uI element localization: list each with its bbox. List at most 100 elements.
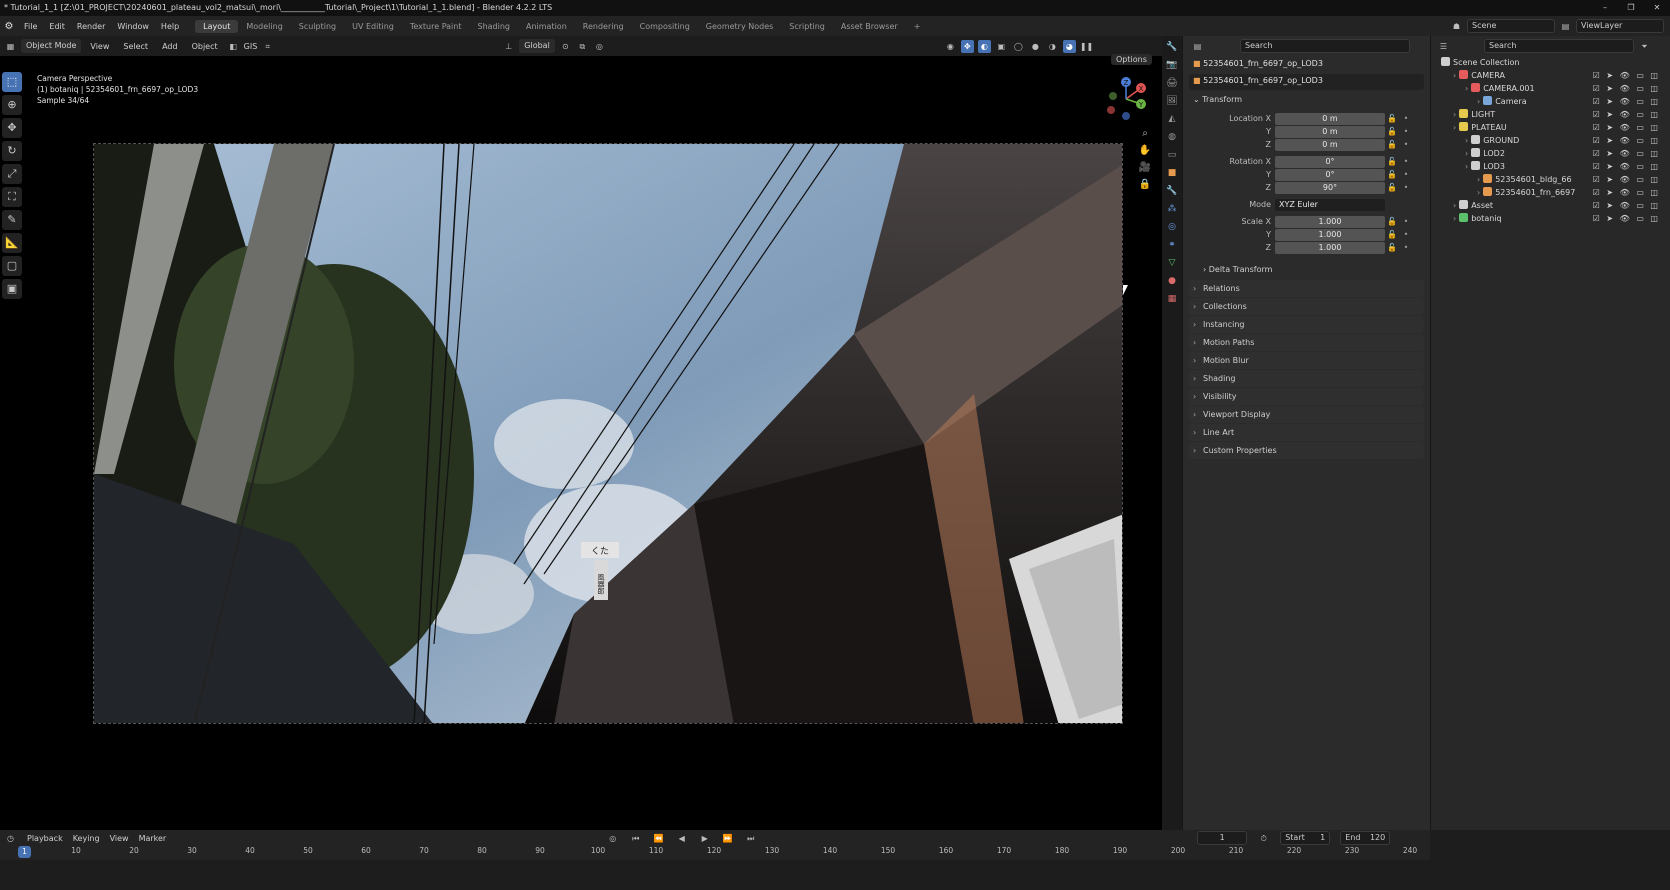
constraints-props-icon[interactable]: ⚭ (1165, 238, 1179, 252)
tab-layout[interactable]: Layout (195, 19, 239, 33)
close-icon[interactable]: ✕ (1644, 0, 1670, 16)
menu-window[interactable]: Window (111, 22, 155, 31)
rotation-x-field[interactable]: 0° (1275, 155, 1385, 168)
tab-asset-browser[interactable]: Asset Browser (833, 20, 906, 33)
keyframe-icon[interactable]: • (1399, 157, 1413, 166)
tab-rendering[interactable]: Rendering (575, 20, 632, 33)
rotation-y-field[interactable]: 0° (1275, 168, 1385, 181)
scene-field[interactable]: Scene (1467, 19, 1555, 33)
menu-render[interactable]: Render (71, 22, 111, 31)
outliner-visibility-toggles[interactable]: ☑ ➤ 👁 ▭ ◫ (1593, 134, 1660, 147)
outliner-row[interactable]: › 52354601_bldg_66 ☑ ➤ 👁 ▭ ◫ (1431, 173, 1670, 186)
properties-editor-icon[interactable]: ▤ (1191, 40, 1204, 53)
measure-tool-icon[interactable]: 📐 (2, 233, 22, 253)
scale-tool-icon[interactable]: ⤢ (2, 164, 22, 184)
pan-hand-icon[interactable]: ✋ (1138, 145, 1152, 156)
xray-icon[interactable]: ▣ (995, 40, 1008, 53)
select-tool-icon[interactable]: ⬚ (2, 72, 22, 92)
next-keyframe-icon[interactable]: ⏩ (721, 832, 734, 845)
properties-search-input[interactable]: Search (1240, 39, 1410, 53)
collection-props-icon[interactable]: ▭ (1165, 148, 1179, 162)
current-frame-field[interactable]: 1 (1197, 831, 1248, 845)
panel-viewport-display[interactable]: Viewport Display (1189, 406, 1424, 423)
outliner-row[interactable]: › botaniq ☑ ➤ 👁 ▭ ◫ (1431, 212, 1670, 225)
tab-geometry-nodes[interactable]: Geometry Nodes (698, 20, 781, 33)
proportional-icon[interactable]: ◎ (593, 40, 606, 53)
jump-end-icon[interactable]: ⏭ (744, 832, 757, 845)
keyframe-icon[interactable]: • (1399, 170, 1413, 179)
outliner-visibility-toggles[interactable]: ☑ ➤ 👁 ▭ ◫ (1593, 147, 1660, 160)
panel-instancing[interactable]: Instancing (1189, 316, 1424, 333)
outliner-row[interactable]: › LOD3 ☑ ➤ 👁 ▭ ◫ (1431, 160, 1670, 173)
outliner-visibility-toggles[interactable]: ☑ ➤ 👁 ▭ ◫ (1593, 108, 1660, 121)
gis-menu[interactable]: GIS (244, 42, 258, 51)
expand-arrow-icon[interactable]: › (1465, 149, 1468, 158)
visibility-icon[interactable]: ◉ (944, 40, 957, 53)
tab-sculpting[interactable]: Sculpting (291, 20, 344, 33)
outliner-visibility-toggles[interactable]: ☑ ➤ 👁 ▭ ◫ (1593, 173, 1660, 186)
data-props-icon[interactable]: ▽ (1165, 256, 1179, 270)
snap-icon[interactable]: ⧉ (576, 40, 589, 53)
outliner-row[interactable]: › CAMERA.001 ☑ ➤ 👁 ▭ ◫ (1431, 82, 1670, 95)
keyframe-icon[interactable]: • (1399, 127, 1413, 136)
outliner-editor-icon[interactable]: ☰ (1437, 40, 1450, 53)
lock-icon[interactable]: 🔒 (1138, 179, 1152, 190)
timeline-menu-view[interactable]: View (110, 834, 129, 843)
outliner-row[interactable]: › LIGHT ☑ ➤ 👁 ▭ ◫ (1431, 108, 1670, 121)
physics-props-icon[interactable]: ◎ (1165, 220, 1179, 234)
timeline-editor-icon[interactable]: ◷ (4, 832, 17, 845)
zoom-icon[interactable]: ⌕ (1138, 128, 1152, 139)
overlay-toggle-icon[interactable]: ◐ (977, 39, 991, 53)
annotate-tool-icon[interactable]: ✎ (2, 210, 22, 230)
minimize-icon[interactable]: – (1592, 0, 1618, 16)
lock-icon[interactable]: 🔓 (1385, 230, 1399, 239)
outliner-search-input[interactable]: Search (1484, 39, 1634, 53)
rotation-z-field[interactable]: 90° (1275, 181, 1385, 194)
pause-render-icon[interactable]: ❚❚ (1080, 40, 1093, 53)
viewport-menu-object[interactable]: Object (187, 42, 223, 51)
expand-arrow-icon[interactable]: › (1465, 162, 1468, 171)
tab-texture-paint[interactable]: Texture Paint (402, 20, 470, 33)
outliner-visibility-toggles[interactable]: ☑ ➤ 👁 ▭ ◫ (1593, 212, 1660, 225)
timeline-menu-marker[interactable]: Marker (139, 834, 167, 843)
gizmo-toggle-icon[interactable]: ✥ (960, 39, 974, 53)
expand-arrow-icon[interactable]: › (1477, 188, 1480, 197)
shading-wireframe-icon[interactable]: ◯ (1012, 40, 1025, 53)
expand-arrow-icon[interactable]: › (1453, 201, 1456, 210)
location-z-field[interactable]: 0 m (1275, 138, 1385, 151)
panel-visibility[interactable]: Visibility (1189, 388, 1424, 405)
menu-file[interactable]: File (18, 22, 43, 31)
prev-keyframe-icon[interactable]: ⏪ (652, 832, 665, 845)
filter-icon[interactable]: ⏷ (1638, 40, 1651, 53)
world-props-icon[interactable]: ◍ (1165, 130, 1179, 144)
object-props-icon[interactable]: ■ (1165, 166, 1179, 180)
lock-icon[interactable]: 🔓 (1385, 183, 1399, 192)
viewport-menu-view[interactable]: View (85, 42, 114, 51)
expand-arrow-icon[interactable]: › (1477, 97, 1480, 106)
expand-arrow-icon[interactable]: › (1465, 84, 1468, 93)
location-y-field[interactable]: 0 m (1275, 125, 1385, 138)
object-type-icon[interactable]: ◧ (227, 40, 240, 53)
shading-material-icon[interactable]: ◑ (1046, 40, 1059, 53)
play-reverse-icon[interactable]: ◀ (675, 832, 688, 845)
scene-collection-row[interactable]: Scene Collection (1431, 56, 1670, 69)
outliner-visibility-toggles[interactable]: ☑ ➤ 👁 ▭ ◫ (1593, 186, 1660, 199)
timeline-menu-keying[interactable]: Keying (73, 834, 100, 843)
expand-arrow-icon[interactable]: › (1453, 123, 1456, 132)
expand-arrow-icon[interactable]: › (1453, 214, 1456, 223)
expand-arrow-icon[interactable]: › (1453, 71, 1456, 80)
output-props-icon[interactable]: 🖨 (1165, 76, 1179, 90)
scale-y-field[interactable]: 1.000 (1275, 228, 1385, 241)
tab-compositing[interactable]: Compositing (632, 20, 698, 33)
lock-icon[interactable]: 🔓 (1385, 157, 1399, 166)
scale-z-field[interactable]: 1.000 (1275, 241, 1385, 254)
render-props-icon[interactable]: 📷 (1165, 58, 1179, 72)
lock-icon[interactable]: 🔓 (1385, 217, 1399, 226)
delta-transform-panel[interactable]: › Delta Transform (1183, 262, 1430, 278)
transform-orientation-dropdown[interactable]: Global (519, 39, 555, 53)
tab-uv-editing[interactable]: UV Editing (344, 20, 402, 33)
blender-logo-icon[interactable]: ⚙ (0, 21, 18, 32)
lock-icon[interactable]: 🔓 (1385, 127, 1399, 136)
panel-line-art[interactable]: Line Art (1189, 424, 1424, 441)
outliner-visibility-toggles[interactable]: ☑ ➤ 👁 ▭ ◫ (1593, 69, 1660, 82)
